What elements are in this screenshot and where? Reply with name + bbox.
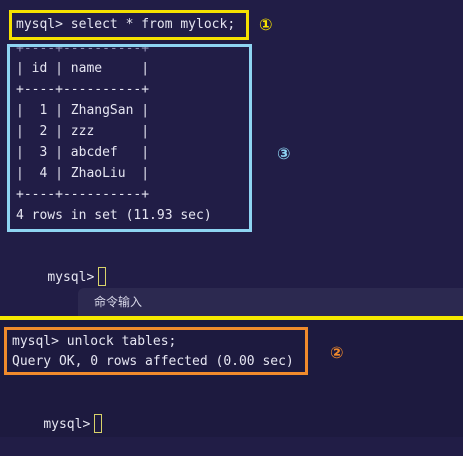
prompt-label: mysql> [47,270,95,285]
text-cursor [98,267,107,286]
text-cursor [94,414,103,433]
annotation-marker-3: ③ [277,144,291,163]
command-input-placeholder: 命令输入 [94,295,143,309]
highlight-box-unlock [4,327,308,375]
annotation-marker-1: ① [259,15,273,34]
command-input-bar[interactable]: 命令输入 [78,288,463,316]
highlight-box-result [7,44,252,232]
highlight-box-select [9,10,249,40]
annotation-marker-2: ② [330,343,344,362]
prompt-line-bottom: mysql> [12,393,103,456]
prompt-label: mysql> [43,417,91,432]
